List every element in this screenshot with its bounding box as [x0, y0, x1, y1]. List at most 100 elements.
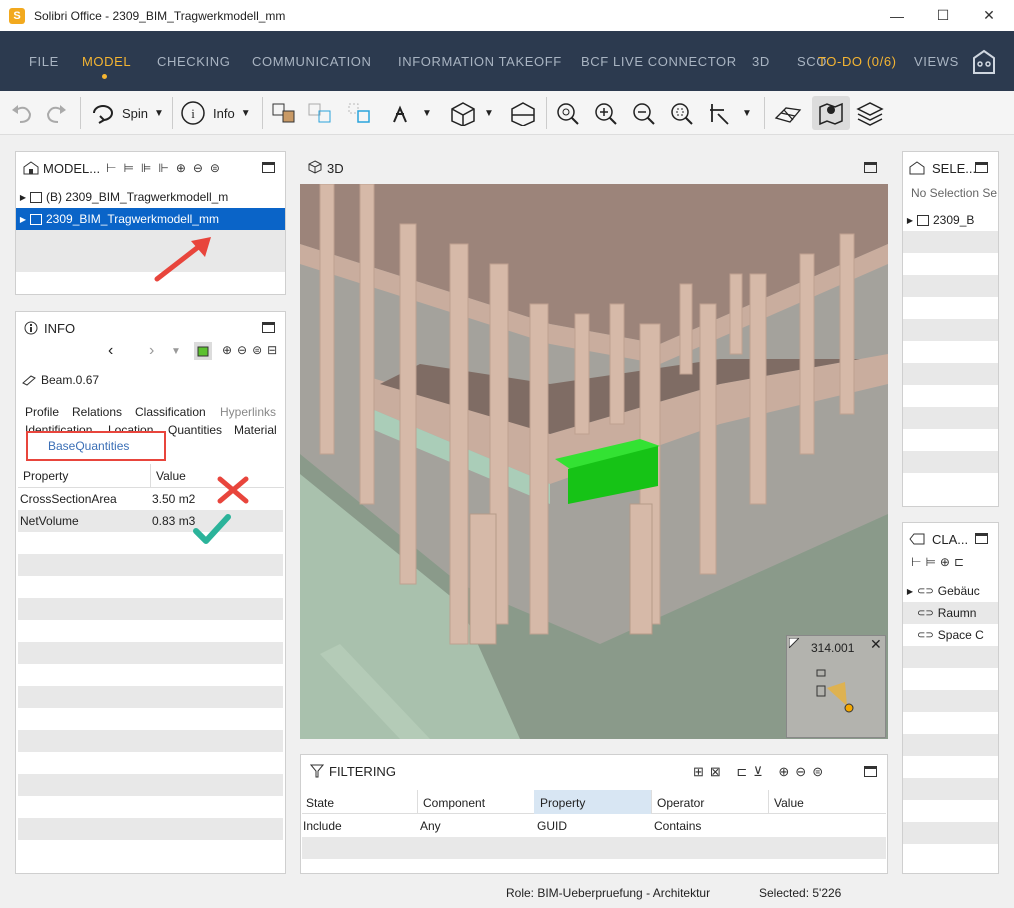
classification-panel-title: CLA... — [932, 531, 969, 547]
cube-dropdown-icon[interactable]: ▼ — [484, 99, 494, 127]
cube-icon[interactable] — [448, 99, 478, 127]
isolate-box-icon[interactable] — [346, 99, 376, 127]
element-name: Beam.0.67 — [21, 373, 99, 387]
window-title: Solibri Office - 2309_BIM_Tragwerkmodell… — [34, 8, 286, 23]
tab-basequantities[interactable]: BaseQuantities — [26, 431, 166, 461]
info-label: Info — [213, 105, 235, 121]
expand-icon[interactable]: ▶ — [16, 193, 30, 202]
select-dropdown-icon[interactable]: ▼ — [742, 99, 752, 127]
spin-button[interactable]: Spin ▼ — [90, 99, 164, 127]
spin-label: Spin — [122, 105, 149, 121]
maximize-panel-icon[interactable] — [864, 162, 877, 173]
menu-model[interactable]: MODEL — [82, 54, 131, 69]
forward-arrow-icon[interactable]: › — [149, 342, 154, 360]
zoom-fit-icon[interactable] — [554, 99, 582, 127]
classification-row[interactable]: ⊂⊃ Raumn — [903, 602, 998, 624]
classification-row[interactable]: ⊂⊃ Space C — [903, 624, 998, 646]
info-cube-icon[interactable] — [194, 342, 212, 360]
building-icon — [30, 191, 42, 203]
menu-3d[interactable]: 3D — [752, 54, 770, 69]
filtering-panel-title: FILTERING — [329, 763, 396, 779]
selection-home-icon — [909, 161, 925, 175]
tab-quantities[interactable]: Quantities — [168, 423, 222, 437]
floor-plan-icon[interactable] — [772, 99, 802, 127]
classification-panel: CLA... ⊢⊨⊕⊏ ▶ ⊂⊃ Gebäuc ⊂⊃ Raumn ⊂⊃ Space C — [902, 522, 999, 874]
red-arrow-annotation — [154, 237, 211, 282]
selection-row[interactable]: ▶ 2309_B — [903, 209, 998, 231]
spin-icon — [93, 105, 113, 124]
selection-panel: SELE... No Selection Se ▶ 2309_B — [902, 151, 999, 507]
menu-to-do[interactable]: TO-DO (0/6) — [818, 54, 897, 69]
menu-checking[interactable]: CHECKING — [157, 54, 230, 69]
maximize-panel-icon[interactable] — [864, 766, 877, 777]
zoom-selected-icon[interactable] — [668, 99, 696, 127]
model-tree-panel: MODEL... ⊢⊨⊫⊩⊕⊖⊜ ▶ (B) 2309_BIM_Tragwerk… — [15, 151, 286, 295]
undo-icon[interactable] — [8, 99, 34, 127]
maximize-panel-icon[interactable] — [262, 162, 275, 173]
menu-bcf-live-connector[interactable]: BCF LIVE CONNECTOR — [581, 54, 737, 69]
info-panel-header: INFO — [16, 312, 285, 344]
filter-tools-icon[interactable]: ⊞⊠ ⊏⊻ ⊕⊖⊜ — [693, 764, 829, 780]
maximize-button[interactable]: ☐ — [920, 0, 966, 31]
column-property[interactable]: Property — [23, 469, 68, 483]
filter-table-header: State Component Property Operator Value — [302, 790, 886, 814]
column-state[interactable]: State — [306, 796, 334, 810]
no-selection-text: No Selection Se — [911, 186, 998, 200]
zoom-out-icon[interactable] — [630, 99, 658, 127]
tab-relations[interactable]: Relations — [72, 405, 122, 419]
info-button[interactable]: i Info ▼ — [180, 99, 251, 127]
view3d-header: 3D — [300, 151, 888, 184]
column-value[interactable]: Value — [774, 796, 804, 810]
info-dropdown-icon[interactable]: ▼ — [241, 108, 251, 119]
section-box-icon[interactable] — [508, 99, 538, 127]
walk-dropdown-icon[interactable]: ▼ — [422, 99, 432, 127]
redo-icon[interactable] — [44, 99, 70, 127]
minimize-button[interactable]: — — [874, 0, 920, 31]
maximize-panel-icon[interactable] — [975, 162, 988, 173]
minimap[interactable]: 314.001 ✕ — [786, 635, 886, 738]
model-row[interactable]: ▶ (B) 2309_BIM_Tragwerkmodell_m — [16, 186, 285, 208]
maximize-panel-icon[interactable] — [975, 533, 988, 544]
column-property[interactable]: Property — [540, 796, 585, 810]
tab-material[interactable]: Material — [234, 423, 277, 437]
tab-profile[interactable]: Profile — [25, 405, 59, 419]
expand-icon[interactable]: ▶ — [903, 587, 917, 596]
menu-file[interactable]: FILE — [29, 54, 59, 69]
zoom-in-icon[interactable] — [592, 99, 620, 127]
column-component[interactable]: Component — [423, 796, 485, 810]
expand-icon[interactable]: ▶ — [16, 215, 30, 224]
layers-icon[interactable] — [856, 99, 884, 127]
close-button[interactable]: ✕ — [966, 0, 1012, 31]
classification-tools-icon[interactable]: ⊢⊨⊕⊏ — [911, 555, 968, 569]
history-dropdown-icon[interactable]: ▼ — [171, 346, 181, 357]
3d-viewport[interactable]: 314.001 ✕ — [300, 184, 888, 739]
menu-communication[interactable]: COMMUNICATION — [252, 54, 372, 69]
minimap-close-icon[interactable]: ✕ — [870, 636, 882, 653]
tab-hyperlinks[interactable]: Hyperlinks — [220, 405, 276, 419]
info-circle-icon — [24, 321, 38, 335]
column-value[interactable]: Value — [156, 469, 186, 483]
title-bar: S Solibri Office - 2309_BIM_Tragwerkmode… — [0, 0, 1014, 31]
map-location-icon[interactable] — [812, 96, 850, 130]
active-menu-indicator — [102, 74, 107, 79]
back-arrow-icon[interactable]: ‹ — [108, 342, 113, 360]
model-tree-tools-icon[interactable]: ⊢⊨⊫⊩⊕⊖⊜ — [106, 161, 227, 175]
column-operator[interactable]: Operator — [657, 796, 704, 810]
teal-checkmark-annotation — [193, 514, 231, 544]
expand-icon[interactable]: ▶ — [903, 216, 917, 225]
model-boxes-icon[interactable] — [270, 99, 300, 127]
info-tools-icon[interactable]: ⊕⊖⊜⊟ — [222, 343, 282, 357]
minimap-corner-icon — [789, 638, 799, 648]
filter-row[interactable]: Include Any GUID Contains — [302, 815, 886, 837]
maximize-panel-icon[interactable] — [262, 322, 275, 333]
menu-views[interactable]: VIEWS — [914, 54, 959, 69]
select-arrow-icon[interactable] — [706, 99, 734, 127]
model-boxes-blue-icon[interactable] — [306, 99, 336, 127]
tab-classification[interactable]: Classification — [135, 405, 206, 419]
classification-row[interactable]: ▶ ⊂⊃ Gebäuc — [903, 580, 998, 602]
menu-information-takeoff[interactable]: INFORMATION TAKEOFF — [398, 54, 562, 69]
property-row[interactable]: NetVolume 0.83 m3 — [18, 510, 283, 532]
spin-dropdown-icon[interactable]: ▼ — [154, 108, 164, 119]
house-share-icon[interactable] — [972, 49, 996, 75]
walk-icon[interactable] — [386, 99, 416, 127]
